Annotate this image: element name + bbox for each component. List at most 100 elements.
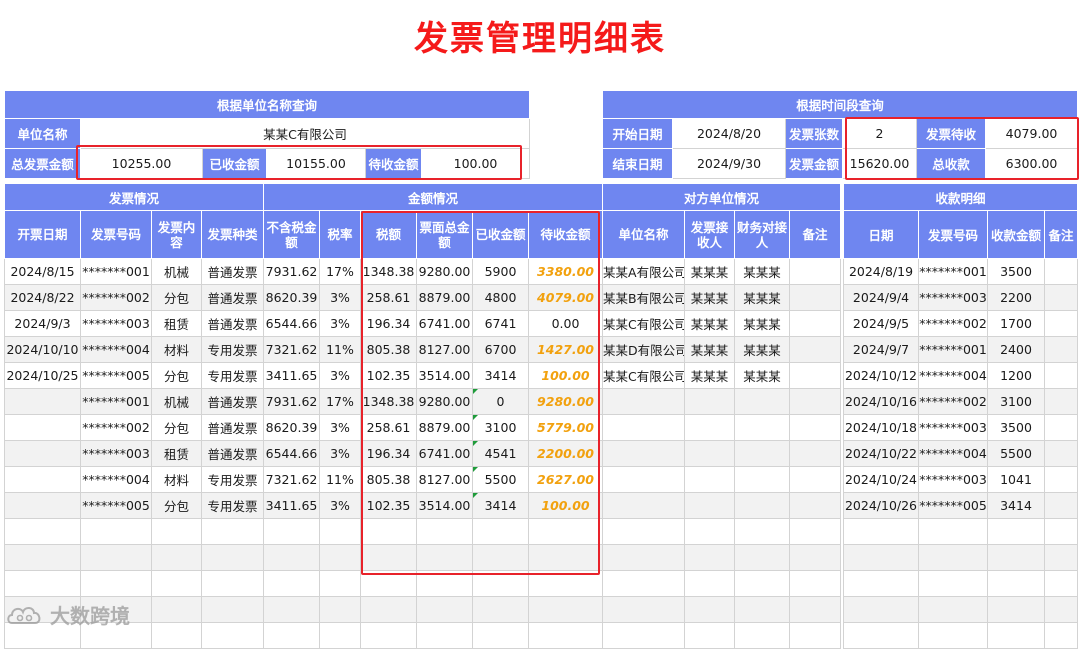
cell-finance-contact[interactable]: 某某某 xyxy=(734,258,791,285)
cell-pending[interactable]: 9280.00 xyxy=(528,388,604,415)
empty-cell[interactable] xyxy=(918,570,988,597)
cell-receipt-invoice-no[interactable]: *******002 xyxy=(918,388,988,415)
cell-received[interactable]: 6741 xyxy=(472,310,530,337)
cell-received[interactable]: 3100 xyxy=(472,414,530,441)
cell-unit-name[interactable]: 某某A有限公司 xyxy=(602,258,686,285)
empty-cell[interactable] xyxy=(684,570,736,597)
empty-cell[interactable] xyxy=(734,622,791,649)
empty-cell[interactable] xyxy=(472,622,530,649)
cell-date[interactable]: 2024/10/10 xyxy=(4,336,81,363)
cell-receipt-amount[interactable]: 1200 xyxy=(987,362,1045,389)
cell-unit-name[interactable]: 某某D有限公司 xyxy=(602,336,686,363)
cell-finance-contact[interactable]: 某某某 xyxy=(734,284,791,311)
empty-cell[interactable] xyxy=(528,570,604,597)
empty-cell[interactable] xyxy=(416,622,474,649)
empty-cell[interactable] xyxy=(734,544,791,571)
cell-net-amount[interactable]: 7321.62 xyxy=(263,336,321,363)
invoice-amount-value[interactable]: 15620.00 xyxy=(842,148,917,179)
empty-cell[interactable] xyxy=(360,596,418,623)
empty-cell[interactable] xyxy=(472,518,530,545)
cell-tax-rate[interactable]: 17% xyxy=(319,388,362,415)
cell-net-amount[interactable]: 8620.39 xyxy=(263,284,321,311)
cell-date[interactable] xyxy=(4,388,81,415)
cell-pending[interactable]: 3380.00 xyxy=(528,258,604,285)
empty-cell[interactable] xyxy=(684,518,736,545)
cell-tax[interactable]: 1348.38 xyxy=(360,388,418,415)
cell-receipt-date[interactable]: 2024/9/5 xyxy=(843,310,919,337)
cell-receipt-date[interactable]: 2024/10/16 xyxy=(843,388,919,415)
cell-receipt-note[interactable] xyxy=(1043,258,1079,285)
cell-pending[interactable]: 5779.00 xyxy=(528,414,604,441)
cell-tax-rate[interactable]: 3% xyxy=(319,310,362,337)
cell-receipt-note[interactable] xyxy=(1043,336,1079,363)
cell-receipt-invoice-no[interactable]: *******003 xyxy=(918,466,988,493)
empty-cell[interactable] xyxy=(602,518,686,545)
empty-cell[interactable] xyxy=(843,544,919,571)
cell-net-amount[interactable]: 7321.62 xyxy=(263,466,321,493)
cell-received[interactable]: 0 xyxy=(472,388,530,415)
empty-cell[interactable] xyxy=(151,518,202,545)
cell-receipt-date[interactable]: 2024/9/7 xyxy=(843,336,919,363)
cell-content[interactable]: 租赁 xyxy=(151,310,202,337)
empty-cell[interactable] xyxy=(200,570,265,597)
cell-content[interactable]: 租赁 xyxy=(151,440,202,467)
empty-cell[interactable] xyxy=(987,544,1045,571)
cell-received[interactable]: 4541 xyxy=(472,440,530,467)
cell-content[interactable]: 分包 xyxy=(151,414,202,441)
empty-cell[interactable] xyxy=(360,622,418,649)
cell-face-total[interactable]: 8127.00 xyxy=(416,466,474,493)
cell-invoice-no[interactable]: *******002 xyxy=(80,414,152,441)
cell-receipt-date[interactable]: 2024/10/22 xyxy=(843,440,919,467)
cell-invoice-no[interactable]: *******005 xyxy=(80,362,152,389)
empty-cell[interactable] xyxy=(684,622,736,649)
cell-tax-rate[interactable]: 3% xyxy=(319,440,362,467)
cell-type[interactable]: 普通发票 xyxy=(200,258,265,285)
empty-cell[interactable] xyxy=(151,544,202,571)
cell-receipt-date[interactable]: 2024/10/18 xyxy=(843,414,919,441)
empty-cell[interactable] xyxy=(80,544,152,571)
cell-tax[interactable]: 805.38 xyxy=(360,336,418,363)
cell-face-total[interactable]: 3514.00 xyxy=(416,492,474,519)
cell-tax-rate[interactable]: 3% xyxy=(319,284,362,311)
cell-finance-contact[interactable] xyxy=(734,492,791,519)
empty-cell[interactable] xyxy=(472,570,530,597)
cell-pending[interactable]: 2627.00 xyxy=(528,466,604,493)
empty-cell[interactable] xyxy=(1043,518,1079,545)
cell-receipt-date[interactable]: 2024/10/26 xyxy=(843,492,919,519)
cell-receipt-amount[interactable]: 2400 xyxy=(987,336,1045,363)
cell-receipt-invoice-no[interactable]: *******004 xyxy=(918,362,988,389)
cell-invoice-no[interactable]: *******001 xyxy=(80,388,152,415)
cell-finance-contact[interactable]: 某某某 xyxy=(734,336,791,363)
empty-cell[interactable] xyxy=(918,596,988,623)
cell-pending[interactable]: 100.00 xyxy=(528,362,604,389)
cell-invoice-no[interactable]: *******004 xyxy=(80,466,152,493)
cell-face-total[interactable]: 6741.00 xyxy=(416,440,474,467)
empty-cell[interactable] xyxy=(987,596,1045,623)
cell-tax[interactable]: 258.61 xyxy=(360,414,418,441)
cell-finance-contact[interactable]: 某某某 xyxy=(734,362,791,389)
cell-note[interactable] xyxy=(789,492,842,519)
empty-cell[interactable] xyxy=(319,622,362,649)
cell-recipient[interactable] xyxy=(684,388,736,415)
empty-cell[interactable] xyxy=(734,596,791,623)
cell-content[interactable]: 材料 xyxy=(151,336,202,363)
cell-unit-name[interactable]: 某某C有限公司 xyxy=(602,362,686,389)
cell-receipt-note[interactable] xyxy=(1043,466,1079,493)
cell-net-amount[interactable]: 6544.66 xyxy=(263,440,321,467)
cell-type[interactable]: 专用发票 xyxy=(200,466,265,493)
cell-net-amount[interactable]: 7931.62 xyxy=(263,388,321,415)
cell-note[interactable] xyxy=(789,388,842,415)
cell-receipt-amount[interactable]: 2200 xyxy=(987,284,1045,311)
empty-cell[interactable] xyxy=(987,622,1045,649)
cell-recipient[interactable]: 某某某 xyxy=(684,310,736,337)
cell-unit-name[interactable] xyxy=(602,388,686,415)
empty-cell[interactable] xyxy=(918,544,988,571)
empty-cell[interactable] xyxy=(734,518,791,545)
empty-cell[interactable] xyxy=(416,570,474,597)
unit-name-input[interactable]: 某某C有限公司 xyxy=(79,118,531,149)
cell-received[interactable]: 4800 xyxy=(472,284,530,311)
cell-tax[interactable]: 196.34 xyxy=(360,310,418,337)
cell-tax[interactable]: 102.35 xyxy=(360,362,418,389)
cell-note[interactable] xyxy=(789,336,842,363)
cell-receipt-amount[interactable]: 3500 xyxy=(987,414,1045,441)
